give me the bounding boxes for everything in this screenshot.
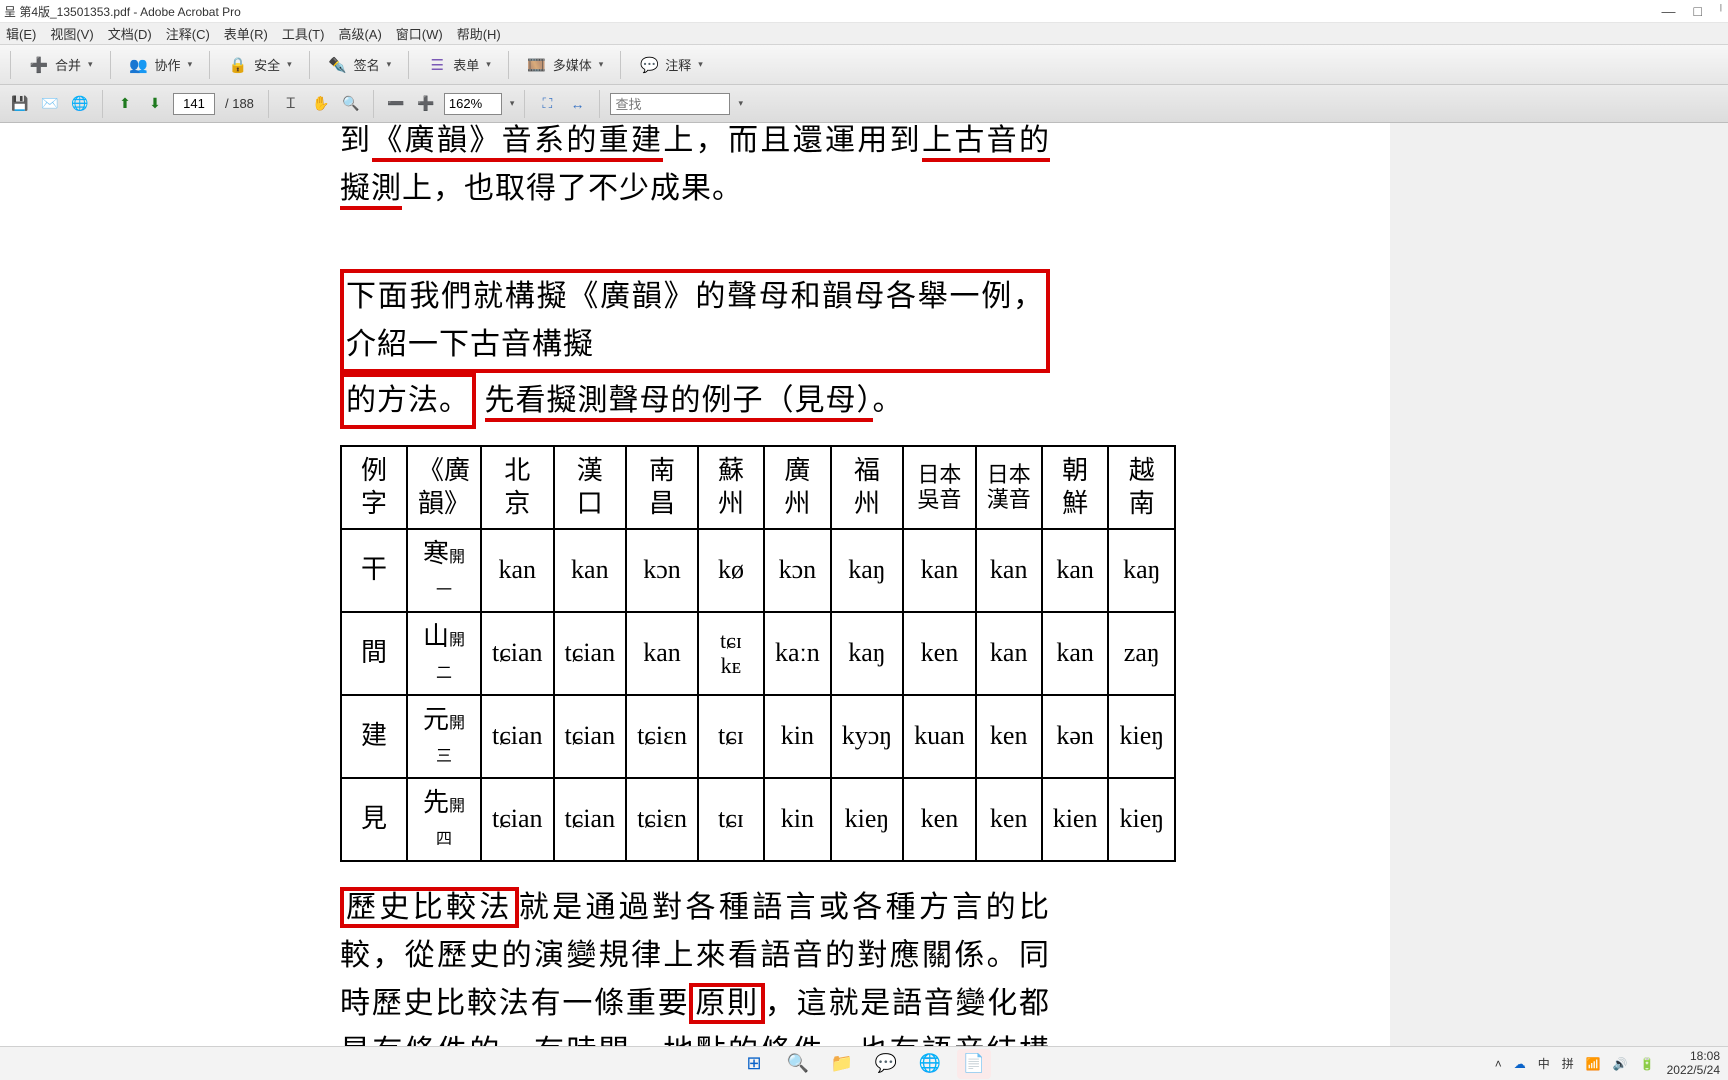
menu-edit[interactable]: 辑(E): [6, 24, 36, 43]
search-icon[interactable]: 🔍: [781, 1049, 815, 1079]
ime-mode[interactable]: 拼: [1562, 1055, 1574, 1072]
table-row: 建 元開三 tɕian tɕian tɕiɛn tɕɪ kin kyɔŋ kua…: [341, 695, 1175, 778]
menu-help[interactable]: 帮助(H): [457, 24, 501, 43]
col-jp-kan: 日本漢音: [976, 446, 1042, 529]
acrobat-icon[interactable]: 📄: [957, 1049, 991, 1079]
col-guangyun: 《廣韻》: [407, 446, 481, 529]
comment-label: 注释: [665, 55, 691, 74]
onedrive-icon[interactable]: ☁: [1514, 1057, 1526, 1071]
next-page-button[interactable]: ⬇: [143, 92, 167, 116]
main-toolbar: ➕ 合并▾ 👥 协作▾ 🔒 安全▾ ✒️ 签名▾ ☰ 表单▾ 🎞️ 多媒体▾ 💬…: [0, 45, 1728, 85]
ime-lang[interactable]: 中: [1538, 1055, 1550, 1072]
wechat-icon[interactable]: 💬: [869, 1049, 903, 1079]
boxed-intro-1: 下面我們就構擬《廣韻》的聲母和韻母各舉一例，介紹一下古音構擬: [340, 269, 1050, 373]
col-korean: 朝鮮: [1042, 446, 1109, 529]
search-input[interactable]: 查找: [610, 93, 730, 115]
col-guangzhou: 廣州: [764, 446, 831, 529]
col-fuzhou: 福州: [831, 446, 903, 529]
table-row: 干 寒開一 kan kan kɔn kø kɔn kaŋ kan kan kan…: [341, 529, 1175, 612]
pen-icon: ✒️: [327, 54, 349, 76]
save-icon[interactable]: 💾: [8, 92, 32, 116]
prev-page-button[interactable]: ⬆: [113, 92, 137, 116]
combine-label: 合并: [55, 55, 81, 74]
secure-button[interactable]: 🔒 安全▾: [220, 49, 299, 81]
col-char: 例字: [341, 446, 407, 529]
pdf-page: 到《廣韻》音系的重建上，而且還運用到上古音的擬測上，也取得了不少成果。 下面我們…: [0, 123, 1390, 1046]
menu-tools[interactable]: 工具(T): [282, 24, 325, 43]
fit-width-icon[interactable]: ↔: [565, 92, 589, 116]
lock-icon: 🔒: [227, 54, 249, 76]
table-header-row: 例字 《廣韻》 北京 漢口 南昌 蘇州 廣州 福州 日本吳音 日本漢音 朝鮮 越…: [341, 446, 1175, 529]
col-suzhou: 蘇州: [698, 446, 764, 529]
battery-icon[interactable]: 🔋: [1640, 1057, 1655, 1071]
table-row: 見 先開四 tɕian tɕian tɕiɛn tɕɪ kin kieŋ ken…: [341, 778, 1175, 861]
fit-page-icon[interactable]: ⛶: [535, 92, 559, 116]
media-label: 多媒体: [553, 55, 592, 74]
col-hankou: 漢口: [554, 446, 627, 529]
highlight-cursor: 有: [531, 980, 562, 1028]
marquee-zoom-icon[interactable]: 🔍: [339, 92, 363, 116]
comment-icon: 💬: [638, 54, 660, 76]
combine-button[interactable]: ➕ 合并▾: [21, 49, 100, 81]
menu-comments[interactable]: 注释(C): [166, 24, 210, 43]
boxed-principle: 原則: [689, 983, 765, 1024]
forms-icon: ☰: [426, 54, 448, 76]
collab-label: 协作: [155, 55, 181, 74]
window-title: 呈 第4版_13501353.pdf - Adobe Acrobat Pro: [4, 3, 241, 20]
hand-tool-icon[interactable]: ✋: [309, 92, 333, 116]
document-viewport[interactable]: 到《廣韻》音系的重建上，而且還運用到上古音的擬測上，也取得了不少成果。 下面我們…: [0, 123, 1728, 1046]
menu-window[interactable]: 窗口(W): [396, 24, 443, 43]
menu-view[interactable]: 视图(V): [50, 24, 93, 43]
page-number-input[interactable]: [173, 93, 215, 115]
menu-forms[interactable]: 表单(R): [224, 24, 268, 43]
underline-example: 先看擬測聲母的例子（見母）: [485, 384, 873, 422]
mail-icon[interactable]: ✉️: [38, 92, 62, 116]
col-vietnamese: 越南: [1108, 446, 1175, 529]
forms-label: 表单: [453, 55, 479, 74]
boxed-method: 歷史比較法: [340, 887, 519, 928]
window-maximize-button[interactable]: □: [1693, 3, 1701, 19]
select-tool-icon[interactable]: Ꮖ: [279, 92, 303, 116]
media-icon: 🎞️: [526, 54, 548, 76]
zoom-out-button[interactable]: ➖: [384, 92, 408, 116]
page-total-label: / 188: [225, 96, 254, 111]
combine-icon: ➕: [28, 54, 50, 76]
window-minimize-button[interactable]: —: [1661, 3, 1675, 19]
collab-button[interactable]: 👥 协作▾: [121, 49, 200, 81]
edge-icon[interactable]: 🌐: [913, 1049, 947, 1079]
zoom-in-button[interactable]: ➕: [414, 92, 438, 116]
boxed-intro-2: 的方法。: [340, 373, 476, 429]
window-close-button[interactable]: |: [1720, 3, 1722, 19]
comment-button[interactable]: 💬 注释▾: [631, 49, 710, 81]
paragraph-1: 到《廣韻》音系的重建上，而且還運用到上古音的擬測上，也取得了不少成果。: [340, 123, 1050, 213]
forms-button[interactable]: ☰ 表单▾: [419, 49, 498, 81]
menu-advanced[interactable]: 高级(A): [338, 24, 381, 43]
pronunciation-table: 例字 《廣韻》 北京 漢口 南昌 蘇州 廣州 福州 日本吳音 日本漢音 朝鮮 越…: [340, 445, 1176, 862]
sign-button[interactable]: ✒️ 签名▾: [320, 49, 399, 81]
collab-icon: 👥: [128, 54, 150, 76]
zoom-level-input[interactable]: [444, 93, 502, 115]
tray-chevron-icon[interactable]: ˄: [1495, 1057, 1502, 1071]
secure-label: 安全: [254, 55, 280, 74]
table-row: 間 山開二 tɕian tɕian kan tɕɪkᴇ kaːn kaŋ ken…: [341, 612, 1175, 695]
multimedia-button[interactable]: 🎞️ 多媒体▾: [519, 49, 611, 81]
wifi-icon[interactable]: 📶: [1586, 1057, 1601, 1071]
navigation-toolbar: 💾 ✉️ 🌐 ⬆ ⬇ / 188 Ꮖ ✋ 🔍 ➖ ➕ ▾ ⛶ ↔ 查找▾: [0, 85, 1728, 123]
col-beijing: 北京: [481, 446, 554, 529]
start-button[interactable]: ⊞: [737, 1049, 771, 1079]
volume-icon[interactable]: 🔊: [1613, 1057, 1628, 1071]
menu-document[interactable]: 文档(D): [108, 24, 152, 43]
paragraph-2: 下面我們就構擬《廣韻》的聲母和韻母各舉一例，介紹一下古音構擬 的方法。 先看擬測…: [340, 221, 1050, 429]
file-explorer-icon[interactable]: 📁: [825, 1049, 859, 1079]
sign-label: 签名: [354, 55, 380, 74]
paragraph-3: 歷史比較法就是通過對各種語言或各種方言的比較，從歷史的演變規律上來看語音的對應關…: [340, 884, 1050, 1046]
col-nanchang: 南昌: [626, 446, 698, 529]
windows-taskbar: ⊞ 🔍 📁 💬 🌐 📄 ˄ ☁ 中 拼 📶 🔊 🔋 18:08 2022/5/2…: [0, 1046, 1728, 1080]
underline-guangyun: 《廣韻》音系的重建: [372, 124, 663, 162]
globe-icon[interactable]: 🌐: [68, 92, 92, 116]
menu-bar: 辑(E) 视图(V) 文档(D) 注释(C) 表单(R) 工具(T) 高级(A)…: [0, 23, 1728, 45]
col-jp-go: 日本吳音: [903, 446, 976, 529]
tray-clock[interactable]: 18:08 2022/5/24: [1667, 1050, 1720, 1076]
window-titlebar: 呈 第4版_13501353.pdf - Adobe Acrobat Pro —…: [0, 0, 1728, 23]
